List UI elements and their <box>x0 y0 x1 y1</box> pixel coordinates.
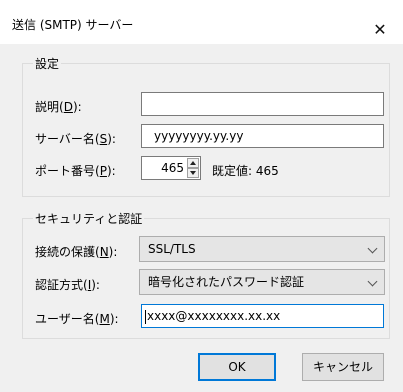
title-bar: 送信 (SMTP) サーバー ✕ <box>0 0 403 45</box>
port-label: ポート番号(P): <box>35 164 116 178</box>
spin-up-icon[interactable] <box>187 158 199 168</box>
spin-down-icon[interactable] <box>187 168 199 178</box>
close-icon[interactable]: ✕ <box>357 0 403 44</box>
server-name-label: サーバー名(S): <box>35 132 116 146</box>
security-group-label: セキュリティと認証 <box>33 210 145 227</box>
window-title: 送信 (SMTP) サーバー <box>12 18 134 32</box>
chevron-down-icon <box>367 276 378 287</box>
text-caret <box>145 309 146 324</box>
cancel-button[interactable]: キャンセル <box>302 353 384 381</box>
port-value: 465 <box>161 161 184 175</box>
description-input[interactable] <box>141 92 384 116</box>
auth-method-value: 暗号化されたパスワード認証 <box>148 275 305 289</box>
connection-security-label: 接続の保護(N): <box>35 245 118 259</box>
username-label: ユーザー名(M): <box>35 312 119 326</box>
auth-method-select[interactable]: 暗号化されたパスワード認証 <box>139 269 385 295</box>
connection-security-select[interactable]: SSL/TLS <box>139 236 385 262</box>
port-spin-buttons[interactable] <box>187 158 199 178</box>
dialog-body: 設定 説明(D): サーバー名(S): yyyyyyyy.yy.yy ポート番号… <box>0 44 403 392</box>
username-input[interactable]: xxxx@xxxxxxxx.xx.xx <box>141 304 384 328</box>
auth-method-label: 認証方式(I): <box>35 278 100 292</box>
username-value: xxxx@xxxxxxxx.xx.xx <box>147 309 281 323</box>
port-spinner[interactable]: 465 <box>141 156 201 180</box>
settings-group-label: 設定 <box>33 55 62 72</box>
description-label: 説明(D): <box>35 100 82 114</box>
connection-security-value: SSL/TLS <box>148 242 196 256</box>
server-name-input[interactable]: yyyyyyyy.yy.yy <box>141 124 384 148</box>
ok-button[interactable]: OK <box>198 353 276 381</box>
chevron-down-icon <box>367 243 378 254</box>
port-default-text: 既定値: 465 <box>212 164 279 178</box>
